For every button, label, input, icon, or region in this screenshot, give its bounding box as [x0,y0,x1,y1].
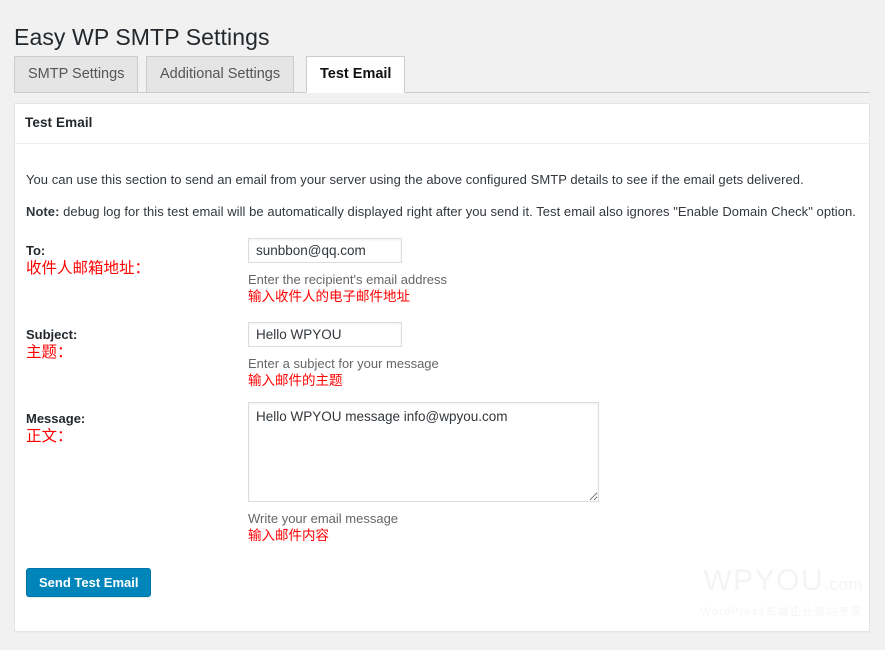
to-field-group: Enter the recipient's email address 输入收件… [248,238,447,306]
message-label-cn: 正文： [26,428,73,445]
tab-bar: SMTP Settings Additional Settings Test E… [14,56,870,93]
note-prefix: Note: [26,204,60,219]
intro-note: Note: debug log for this test email will… [26,204,856,220]
watermark-tagline: WordPress高端企业建站专家 [700,606,863,618]
message-field-group: Write your email message 输入邮件内容 [248,402,599,545]
subject-label-en: Subject: [26,327,78,342]
to-input[interactable] [248,238,402,263]
test-email-panel: Test Email You can use this section to s… [14,103,870,632]
message-help-en: Write your email message [248,511,399,526]
subject-label: Subject: 主题： [26,326,77,363]
tab-test-email[interactable]: Test Email [306,56,406,93]
subject-input[interactable] [248,322,402,347]
watermark-brand: WPYOU.com [653,564,863,602]
panel-header: Test Email [15,104,869,144]
note-text: debug log for this test email will be au… [59,204,856,219]
message-help: Write your email message 输入邮件内容 [248,510,599,545]
tab-additional-settings[interactable]: Additional Settings [146,56,295,92]
message-label: Message: 正文： [26,410,85,447]
to-label-cn: 收件人邮箱地址： [26,260,151,277]
watermark: WPYOU.com WordPress高端企业建站专家 [653,564,863,620]
to-help: Enter the recipient's email address 输入收件… [248,271,447,306]
subject-label-cn: 主题： [26,344,73,361]
send-test-email-button[interactable]: Send Test Email [26,568,152,597]
subject-help-cn: 输入邮件的主题 [248,373,343,388]
message-textarea[interactable] [248,402,599,502]
to-label-en: To: [26,243,46,258]
tab-smtp-settings[interactable]: SMTP Settings [14,56,139,92]
to-help-cn: 输入收件人的电子邮件地址 [248,289,410,304]
to-help-en: Enter the recipient's email address [248,272,448,287]
to-label: To: 收件人邮箱地址： [26,242,150,279]
message-help-cn: 输入邮件内容 [248,528,329,543]
subject-help: Enter a subject for your message 输入邮件的主题 [248,355,439,390]
watermark-domain: .com [824,575,863,594]
panel-header-title: Test Email [25,115,93,130]
page-title: Easy WP SMTP Settings [14,24,270,51]
message-label-en: Message: [26,411,86,426]
subject-help-en: Enter a subject for your message [248,356,439,371]
watermark-brand-text: WPYOU [703,564,825,597]
subject-field-group: Enter a subject for your message 输入邮件的主题 [248,322,439,390]
intro-paragraph: You can use this section to send an emai… [26,172,804,187]
